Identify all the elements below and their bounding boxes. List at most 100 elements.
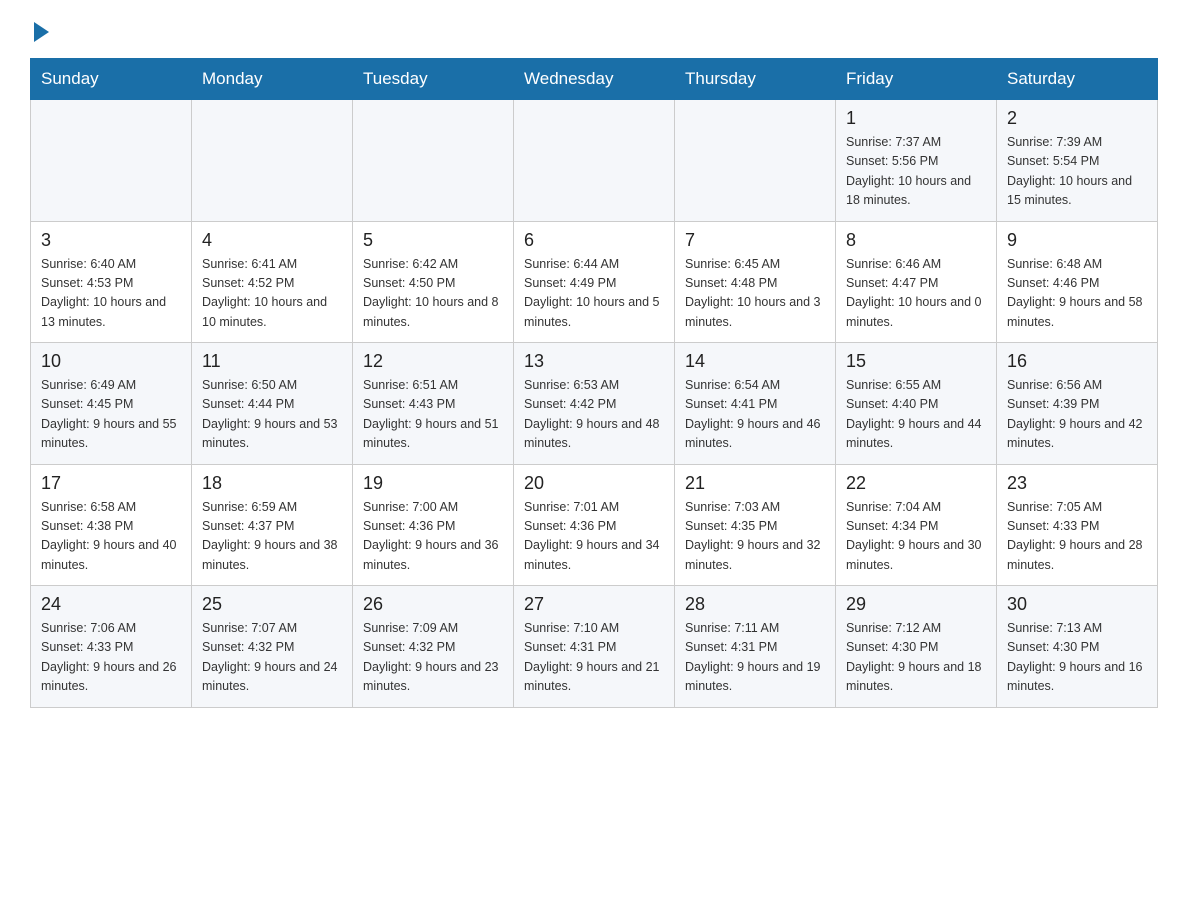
day-info: Sunrise: 7:00 AM Sunset: 4:36 PM Dayligh… [363,498,503,576]
day-number: 8 [846,230,986,251]
calendar-cell [514,100,675,222]
calendar-cell: 14 Sunrise: 6:54 AM Sunset: 4:41 PM Dayli… [675,343,836,465]
day-info: Sunrise: 6:48 AM Sunset: 4:46 PM Dayligh… [1007,255,1147,333]
day-info: Sunrise: 7:06 AM Sunset: 4:33 PM Dayligh… [41,619,181,697]
day-info: Sunrise: 6:42 AM Sunset: 4:50 PM Dayligh… [363,255,503,333]
calendar-cell: 11 Sunrise: 6:50 AM Sunset: 4:44 PM Dayli… [192,343,353,465]
day-number: 13 [524,351,664,372]
day-number: 4 [202,230,342,251]
day-info: Sunrise: 6:50 AM Sunset: 4:44 PM Dayligh… [202,376,342,454]
calendar-cell: 2 Sunrise: 7:39 AM Sunset: 5:54 PM Daylig… [997,100,1158,222]
day-header-monday: Monday [192,59,353,100]
calendar-cell: 13 Sunrise: 6:53 AM Sunset: 4:42 PM Dayli… [514,343,675,465]
calendar-week-row: 1Sunrise: 7:37 AM Sunset: 5:56 PM Daylig… [31,100,1158,222]
day-info: Sunrise: 6:55 AM Sunset: 4:40 PM Dayligh… [846,376,986,454]
day-info: Sunrise: 6:51 AM Sunset: 4:43 PM Dayligh… [363,376,503,454]
calendar-cell: 24 Sunrise: 7:06 AM Sunset: 4:33 PM Dayli… [31,586,192,708]
calendar-cell: 26 Sunrise: 7:09 AM Sunset: 4:32 PM Dayli… [353,586,514,708]
day-info: Sunrise: 7:39 AM Sunset: 5:54 PM Dayligh… [1007,133,1147,211]
day-info: Sunrise: 7:10 AM Sunset: 4:31 PM Dayligh… [524,619,664,697]
calendar-cell: 18Sunrise: 6:59 AM Sunset: 4:37 PM Dayli… [192,464,353,586]
day-number: 19 [363,473,503,494]
calendar-cell: 4 Sunrise: 6:41 AM Sunset: 4:52 PM Daylig… [192,221,353,343]
day-number: 9 [1007,230,1147,251]
day-number: 18 [202,473,342,494]
calendar-cell: 15 Sunrise: 6:55 AM Sunset: 4:40 PM Dayli… [836,343,997,465]
day-info: Sunrise: 7:07 AM Sunset: 4:32 PM Dayligh… [202,619,342,697]
calendar-cell: 19 Sunrise: 7:00 AM Sunset: 4:36 PM Dayli… [353,464,514,586]
day-info: Sunrise: 6:40 AM Sunset: 4:53 PM Dayligh… [41,255,181,333]
day-info: Sunrise: 6:56 AM Sunset: 4:39 PM Dayligh… [1007,376,1147,454]
day-number: 23 [1007,473,1147,494]
day-number: 16 [1007,351,1147,372]
calendar-cell: 3 Sunrise: 6:40 AM Sunset: 4:53 PM Daylig… [31,221,192,343]
day-info: Sunrise: 7:11 AM Sunset: 4:31 PM Dayligh… [685,619,825,697]
day-info: Sunrise: 7:12 AM Sunset: 4:30 PM Dayligh… [846,619,986,697]
day-number: 26 [363,594,503,615]
page-header [30,20,1158,40]
day-info: Sunrise: 6:45 AM Sunset: 4:48 PM Dayligh… [685,255,825,333]
day-number: 2 [1007,108,1147,129]
day-header-friday: Friday [836,59,997,100]
day-info: Sunrise: 7:37 AM Sunset: 5:56 PM Dayligh… [846,133,986,211]
day-info: Sunrise: 7:03 AM Sunset: 4:35 PM Dayligh… [685,498,825,576]
calendar-table: SundayMondayTuesdayWednesdayThursdayFrid… [30,58,1158,708]
day-number: 10 [41,351,181,372]
calendar-cell [192,100,353,222]
day-number: 17 [41,473,181,494]
calendar-cell: 1Sunrise: 7:37 AM Sunset: 5:56 PM Daylig… [836,100,997,222]
calendar-cell: 7 Sunrise: 6:45 AM Sunset: 4:48 PM Daylig… [675,221,836,343]
day-number: 6 [524,230,664,251]
day-info: Sunrise: 6:41 AM Sunset: 4:52 PM Dayligh… [202,255,342,333]
calendar-cell: 28 Sunrise: 7:11 AM Sunset: 4:31 PM Dayli… [675,586,836,708]
day-number: 12 [363,351,503,372]
day-number: 11 [202,351,342,372]
calendar-cell: 30 Sunrise: 7:13 AM Sunset: 4:30 PM Dayli… [997,586,1158,708]
logo-arrow-icon [34,22,49,42]
calendar-week-row: 24 Sunrise: 7:06 AM Sunset: 4:33 PM Dayli… [31,586,1158,708]
day-header-wednesday: Wednesday [514,59,675,100]
day-number: 14 [685,351,825,372]
day-info: Sunrise: 6:49 AM Sunset: 4:45 PM Dayligh… [41,376,181,454]
day-info: Sunrise: 6:53 AM Sunset: 4:42 PM Dayligh… [524,376,664,454]
day-number: 22 [846,473,986,494]
day-info: Sunrise: 6:54 AM Sunset: 4:41 PM Dayligh… [685,376,825,454]
day-number: 30 [1007,594,1147,615]
day-number: 28 [685,594,825,615]
day-number: 24 [41,594,181,615]
day-number: 5 [363,230,503,251]
calendar-cell: 10 Sunrise: 6:49 AM Sunset: 4:45 PM Dayli… [31,343,192,465]
calendar-header-row: SundayMondayTuesdayWednesdayThursdayFrid… [31,59,1158,100]
calendar-cell: 21 Sunrise: 7:03 AM Sunset: 4:35 PM Dayli… [675,464,836,586]
day-info: Sunrise: 7:05 AM Sunset: 4:33 PM Dayligh… [1007,498,1147,576]
day-number: 7 [685,230,825,251]
day-info: Sunrise: 7:04 AM Sunset: 4:34 PM Dayligh… [846,498,986,576]
day-number: 20 [524,473,664,494]
day-number: 21 [685,473,825,494]
day-header-thursday: Thursday [675,59,836,100]
calendar-week-row: 3 Sunrise: 6:40 AM Sunset: 4:53 PM Daylig… [31,221,1158,343]
calendar-cell: 12 Sunrise: 6:51 AM Sunset: 4:43 PM Dayli… [353,343,514,465]
day-number: 29 [846,594,986,615]
day-number: 25 [202,594,342,615]
day-info: Sunrise: 7:09 AM Sunset: 4:32 PM Dayligh… [363,619,503,697]
calendar-cell [31,100,192,222]
day-header-sunday: Sunday [31,59,192,100]
day-info: Sunrise: 6:44 AM Sunset: 4:49 PM Dayligh… [524,255,664,333]
calendar-cell: 25 Sunrise: 7:07 AM Sunset: 4:32 PM Dayli… [192,586,353,708]
calendar-cell: 29 Sunrise: 7:12 AM Sunset: 4:30 PM Dayli… [836,586,997,708]
calendar-cell: 16 Sunrise: 6:56 AM Sunset: 4:39 PM Dayli… [997,343,1158,465]
calendar-cell: 8Sunrise: 6:46 AM Sunset: 4:47 PM Daylig… [836,221,997,343]
calendar-cell: 22 Sunrise: 7:04 AM Sunset: 4:34 PM Dayli… [836,464,997,586]
calendar-cell: 27 Sunrise: 7:10 AM Sunset: 4:31 PM Dayli… [514,586,675,708]
day-number: 15 [846,351,986,372]
day-number: 3 [41,230,181,251]
day-number: 27 [524,594,664,615]
calendar-cell: 6 Sunrise: 6:44 AM Sunset: 4:49 PM Daylig… [514,221,675,343]
day-info: Sunrise: 7:01 AM Sunset: 4:36 PM Dayligh… [524,498,664,576]
day-info: Sunrise: 7:13 AM Sunset: 4:30 PM Dayligh… [1007,619,1147,697]
calendar-cell: 5 Sunrise: 6:42 AM Sunset: 4:50 PM Daylig… [353,221,514,343]
calendar-week-row: 17Sunrise: 6:58 AM Sunset: 4:38 PM Dayli… [31,464,1158,586]
calendar-cell: 20 Sunrise: 7:01 AM Sunset: 4:36 PM Dayli… [514,464,675,586]
day-header-saturday: Saturday [997,59,1158,100]
